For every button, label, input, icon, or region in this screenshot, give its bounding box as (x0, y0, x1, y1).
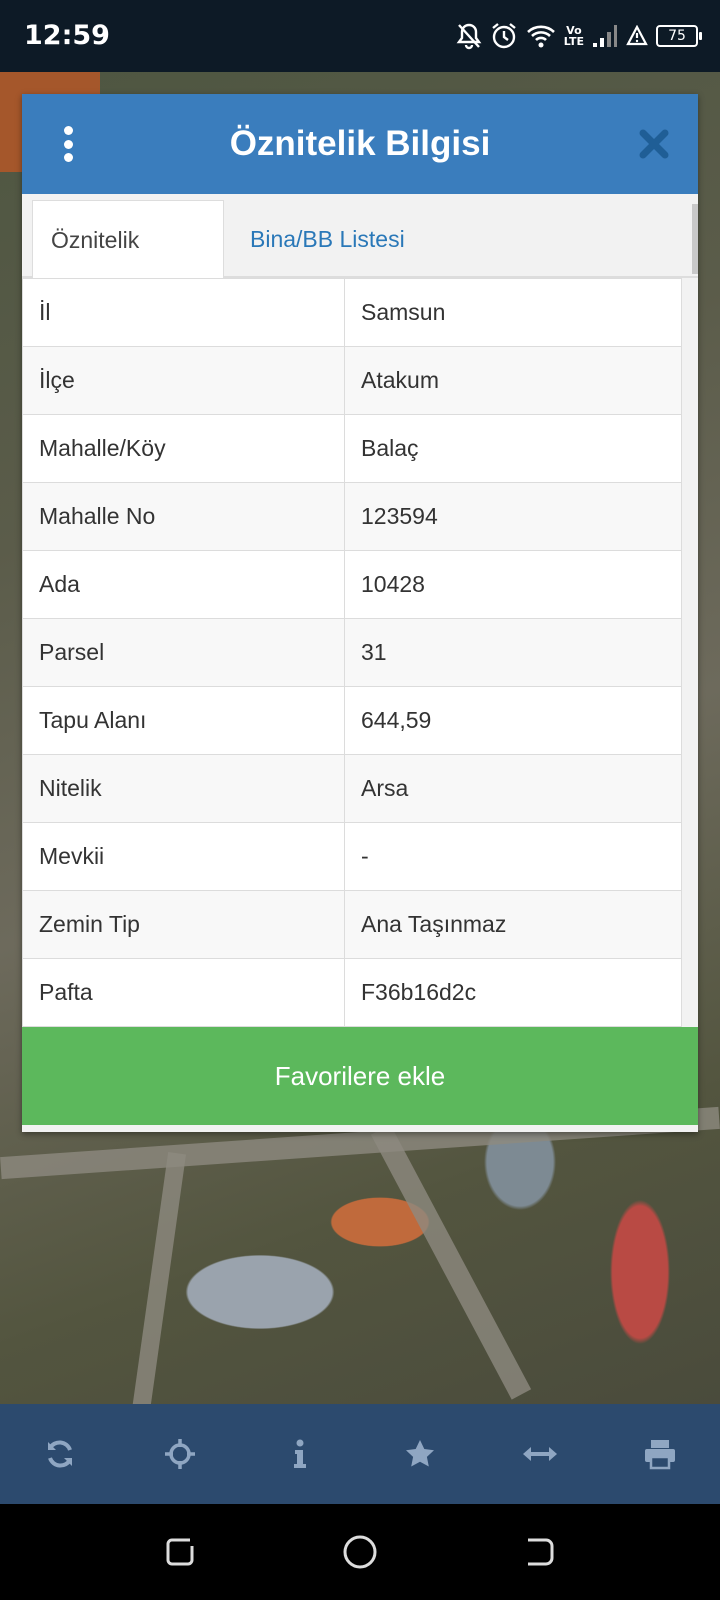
row-key: Mevkii (22, 822, 345, 891)
row-key: Zemin Tip (22, 890, 345, 959)
attribute-dialog: Öznitelik Bilgisi Öznitelik Bilgisi Bina… (22, 94, 698, 1132)
row-value: Ana Taşınmaz (344, 890, 682, 959)
volte-icon: Vo LTE (564, 25, 584, 47)
table-row: Ada 10428 (22, 550, 682, 619)
alarm-icon (492, 23, 516, 49)
row-key: Parsel (22, 618, 345, 687)
row-value: Balaç (344, 414, 682, 483)
notifications-off-icon (456, 23, 482, 50)
attribute-table-wrapper: İl Samsun İlçe Atakum Mahalle/Köy Balaç Mah… (22, 278, 698, 1027)
map-road (131, 1152, 187, 1404)
measure-icon (523, 1447, 557, 1461)
tab-oznitelik-bilgisi[interactable]: Öznitelik Bilgisi (32, 200, 224, 331)
tabs-scrollbar[interactable] (692, 204, 698, 274)
system-nav-bar (0, 1504, 720, 1600)
signal-icon (593, 25, 617, 47)
row-value: 123594 (344, 482, 682, 551)
table-row: Parsel 31 (22, 618, 682, 687)
close-icon[interactable] (634, 124, 674, 164)
row-value: 644,59 (344, 686, 682, 755)
locate-button[interactable] (152, 1426, 208, 1482)
alert-icon (626, 25, 648, 46)
add-favorite-button[interactable]: Favorilere ekle (22, 1027, 698, 1125)
table-row: Mevkii - (22, 822, 682, 891)
row-key: Nitelik (22, 754, 345, 823)
print-button[interactable] (632, 1426, 688, 1482)
status-icons: Vo LTE 75 (456, 20, 702, 52)
row-value: Samsun (344, 278, 682, 347)
dialog-header: Öznitelik Bilgisi (22, 94, 698, 194)
star-icon (406, 1440, 434, 1467)
status-time: 12:59 (24, 20, 110, 51)
map-road (370, 1124, 532, 1400)
wifi-icon (526, 25, 555, 48)
attribute-table: İl Samsun İlçe Atakum Mahalle/Köy Balaç Mah… (22, 278, 682, 1027)
locate-icon (165, 1439, 195, 1469)
table-row: İlçe Atakum (22, 346, 682, 415)
row-value: - (344, 822, 682, 891)
table-row: Nitelik Arsa (22, 754, 682, 823)
refresh-icon (48, 1440, 72, 1468)
info-button[interactable] (272, 1426, 328, 1482)
info-icon (294, 1439, 306, 1468)
tab-bina-bb-listesi[interactable]: Bina/BB Listesi (232, 200, 423, 278)
back-icon[interactable] (520, 1532, 560, 1572)
row-key: Mahalle No (22, 482, 345, 551)
battery-icon: 75 (656, 25, 702, 47)
table-row: İl Samsun (22, 278, 682, 347)
favorites-button[interactable] (392, 1426, 448, 1482)
row-key: Ada (22, 550, 345, 619)
row-key: Tapu Alanı (22, 686, 345, 755)
home-icon[interactable] (340, 1532, 380, 1572)
row-key: Mahalle/Köy (22, 414, 345, 483)
row-key: Pafta (22, 958, 345, 1027)
row-value: 31 (344, 618, 682, 687)
dialog-tabs: Öznitelik Bilgisi Bina/BB Listesi (22, 194, 698, 331)
row-value: Arsa (344, 754, 682, 823)
dialog-title: Öznitelik Bilgisi (229, 124, 491, 163)
volte-bottom-label: LTE (563, 35, 584, 48)
row-value: 10428 (344, 550, 682, 619)
row-key: İl (22, 278, 345, 347)
table-row: Pafta F36b16d2c (22, 958, 682, 1027)
map-toolbar (0, 1404, 720, 1504)
measure-button[interactable] (512, 1426, 568, 1482)
row-value: Atakum (344, 346, 682, 415)
table-row: Mahalle No 123594 (22, 482, 682, 551)
refresh-button[interactable] (32, 1426, 88, 1482)
row-value: F36b16d2c (344, 958, 682, 1027)
row-key: İlçe (22, 346, 345, 415)
table-row: Tapu Alanı 644,59 (22, 686, 682, 755)
status-bar: 12:59 Vo LTE 75 (0, 0, 720, 72)
print-icon (645, 1440, 675, 1470)
table-row: Zemin Tip Ana Taşınmaz (22, 890, 682, 959)
recent-apps-icon[interactable] (160, 1532, 200, 1572)
table-row: Mahalle/Köy Balaç (22, 414, 682, 483)
